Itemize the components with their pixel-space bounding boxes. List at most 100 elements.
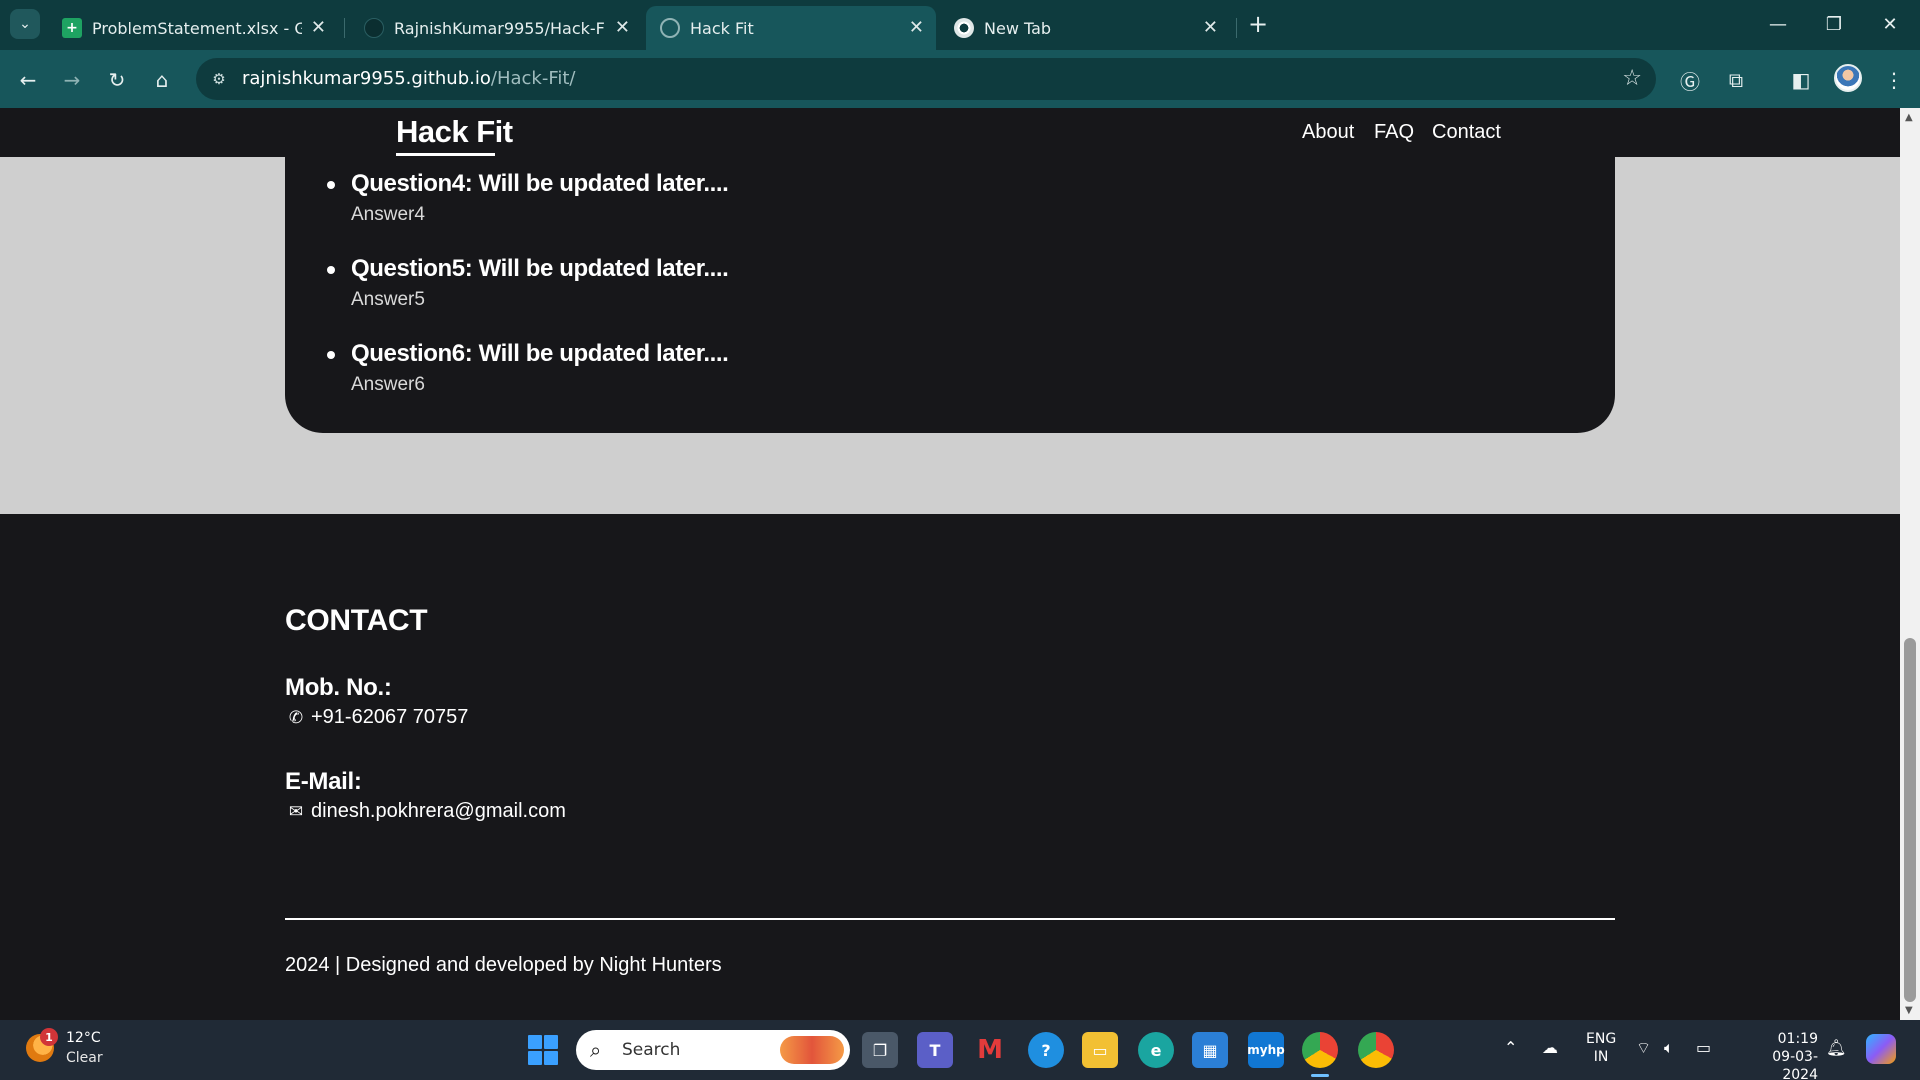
- grammarly-icon[interactable]: Ⓖ: [1674, 64, 1706, 96]
- url-text[interactable]: rajnishkumar9955.github.io/Hack-Fit/: [242, 68, 576, 89]
- close-tab-icon[interactable]: ✕: [311, 17, 326, 38]
- github-icon: [364, 18, 384, 38]
- teams-icon[interactable]: T: [917, 1032, 953, 1068]
- tab-title: New Tab: [984, 18, 1052, 38]
- volume-icon[interactable]: 🔈︎: [1664, 1038, 1674, 1058]
- new-tab-button[interactable]: +: [1244, 10, 1272, 38]
- tab-separator: [344, 18, 345, 38]
- weather-temperature[interactable]: 12°C: [66, 1030, 101, 1046]
- footer-credit: 2024 | Designed and developed by Night H…: [285, 954, 722, 976]
- contact-heading: CONTACT: [285, 604, 428, 637]
- weather-condition[interactable]: Clear: [66, 1050, 103, 1066]
- sheets-icon: +: [62, 18, 82, 38]
- address-bar[interactable]: ⚙ rajnishkumar9955.github.io/Hack-Fit/ ☆: [196, 58, 1656, 100]
- myhp-icon[interactable]: myhp: [1247, 1032, 1285, 1068]
- scroll-up-arrow-icon[interactable]: ▲: [1905, 112, 1913, 123]
- page-scrollbar[interactable]: ▲ ▼: [1900, 108, 1920, 1020]
- file-explorer-icon[interactable]: ▭: [1082, 1032, 1118, 1068]
- site-info-icon[interactable]: ⚙: [208, 68, 230, 90]
- faq-question: Question5: Will be updated later....: [351, 255, 729, 282]
- copilot-icon[interactable]: [1866, 1034, 1896, 1064]
- clock[interactable]: 01:19 09-03-2024: [1738, 1030, 1818, 1080]
- faq-item: Question6: Will be updated later.... Ans…: [321, 340, 729, 425]
- search-highlight-art: [780, 1036, 844, 1064]
- tab-new-tab[interactable]: New Tab ✕: [940, 6, 1230, 50]
- faq-item: Question4: Will be updated later.... Ans…: [321, 170, 729, 255]
- reload-icon[interactable]: ↻: [101, 64, 133, 96]
- email-label: E-Mail:: [285, 768, 362, 795]
- faq-question: Question6: Will be updated later....: [351, 340, 729, 367]
- taskbar-search-box[interactable]: ⌕ Search: [576, 1030, 850, 1070]
- search-placeholder: Search: [622, 1040, 681, 1060]
- language-line1: ENG: [1586, 1031, 1617, 1047]
- faq-list: Question4: Will be updated later.... Ans…: [321, 170, 729, 425]
- faq-answer: Answer6: [351, 374, 425, 395]
- clock-time: 01:19: [1777, 1031, 1818, 1047]
- bullet: [327, 181, 335, 189]
- footer-divider: [285, 918, 1615, 920]
- mobile-value: ✆ +91-62067 70757: [285, 706, 469, 729]
- store-icon[interactable]: ▦: [1192, 1032, 1228, 1068]
- faq-answer: Answer4: [351, 204, 425, 225]
- forward-icon[interactable]: →: [56, 64, 88, 96]
- faq-question: Question4: Will be updated later....: [351, 170, 729, 197]
- browser-toolbar: ← → ↻ ⌂ ⚙ rajnishkumar9955.github.io/Hac…: [0, 50, 1920, 108]
- site-footer: CONTACT Mob. No.: ✆ +91-62067 70757 E-Ma…: [0, 514, 1900, 1020]
- bookmark-star-icon[interactable]: ☆: [1622, 66, 1642, 91]
- side-panel-icon[interactable]: ◧: [1785, 64, 1817, 96]
- minimize-icon[interactable]: —: [1758, 8, 1798, 40]
- tab-separator: [1236, 18, 1237, 38]
- show-hidden-icons-icon[interactable]: ⌃: [1504, 1038, 1517, 1057]
- tab-problem-statement[interactable]: + ProblemStatement.xlsx - Google Sheets …: [48, 6, 338, 50]
- nav-about[interactable]: About: [1302, 121, 1354, 144]
- mobile-label: Mob. No.:: [285, 674, 392, 701]
- help-icon[interactable]: ?: [1028, 1032, 1064, 1068]
- wifi-icon[interactable]: ⌔: [1636, 1038, 1651, 1058]
- chrome-icon[interactable]: [1302, 1032, 1338, 1068]
- tab-search-dropdown-icon[interactable]: ⌄: [10, 9, 40, 39]
- bullet: [327, 351, 335, 359]
- extensions-icon[interactable]: ⧉: [1720, 64, 1752, 96]
- onedrive-cloud-icon[interactable]: ☁: [1542, 1038, 1558, 1057]
- windows-taskbar: 1 12°C Clear ⌕ Search ❐ T M ? ▭ e ▦ myhp…: [0, 1020, 1920, 1080]
- scroll-down-arrow-icon[interactable]: ▼: [1905, 1005, 1913, 1016]
- windows-start-icon[interactable]: [528, 1035, 558, 1065]
- language-line2: IN: [1593, 1049, 1609, 1065]
- edge-icon[interactable]: e: [1138, 1032, 1174, 1068]
- close-tab-icon[interactable]: ✕: [615, 17, 630, 38]
- profile-avatar[interactable]: [1834, 64, 1862, 92]
- site-logo[interactable]: Hack Fit: [396, 114, 513, 150]
- nav-faq[interactable]: FAQ: [1374, 121, 1414, 144]
- scrollbar-thumb[interactable]: [1904, 638, 1916, 1002]
- tab-hack-fit[interactable]: Hack Fit ✕: [646, 6, 936, 50]
- language-indicator[interactable]: ENG IN: [1586, 1030, 1616, 1066]
- page-viewport: Question4: Will be updated later.... Ans…: [0, 108, 1900, 1020]
- close-tab-icon[interactable]: ✕: [1203, 17, 1218, 38]
- close-tab-icon[interactable]: ✕: [909, 17, 924, 38]
- search-icon: ⌕: [590, 1038, 602, 1062]
- battery-icon[interactable]: ▭: [1696, 1038, 1711, 1057]
- bullet: [327, 266, 335, 274]
- close-window-icon[interactable]: ✕: [1870, 8, 1910, 40]
- email-address[interactable]: dinesh.pokhrera@gmail.com: [311, 800, 566, 823]
- mcafee-icon[interactable]: M: [972, 1032, 1008, 1068]
- browser-tabstrip: ⌄ + ProblemStatement.xlsx - Google Sheet…: [0, 0, 1920, 50]
- tab-title: RajnishKumar9955/Hack-Fit: The: [394, 18, 604, 38]
- faq-item: Question5: Will be updated later.... Ans…: [321, 255, 729, 340]
- weather-badge: 1: [40, 1028, 58, 1046]
- active-app-indicator: [1311, 1074, 1329, 1077]
- email-value: ✉ dinesh.pokhrera@gmail.com: [285, 800, 566, 823]
- back-icon[interactable]: ←: [12, 64, 44, 96]
- restore-icon[interactable]: ❐: [1814, 8, 1854, 40]
- tab-github-repo[interactable]: RajnishKumar9955/Hack-Fit: The ✕: [350, 6, 642, 50]
- globe-icon: [660, 18, 680, 38]
- home-icon[interactable]: ⌂: [146, 64, 178, 96]
- task-view-icon[interactable]: ❐: [862, 1032, 898, 1068]
- url-path: /Hack-Fit/: [490, 68, 576, 89]
- nav-contact[interactable]: Contact: [1432, 121, 1501, 144]
- menu-kebab-icon[interactable]: ⋮: [1878, 64, 1910, 96]
- notifications-bell-icon[interactable]: 🔔︎: [1826, 1038, 1846, 1057]
- chrome-profile-icon[interactable]: [1358, 1032, 1394, 1068]
- envelope-icon: ✉: [288, 801, 304, 821]
- clock-date: 09-03-2024: [1772, 1049, 1818, 1080]
